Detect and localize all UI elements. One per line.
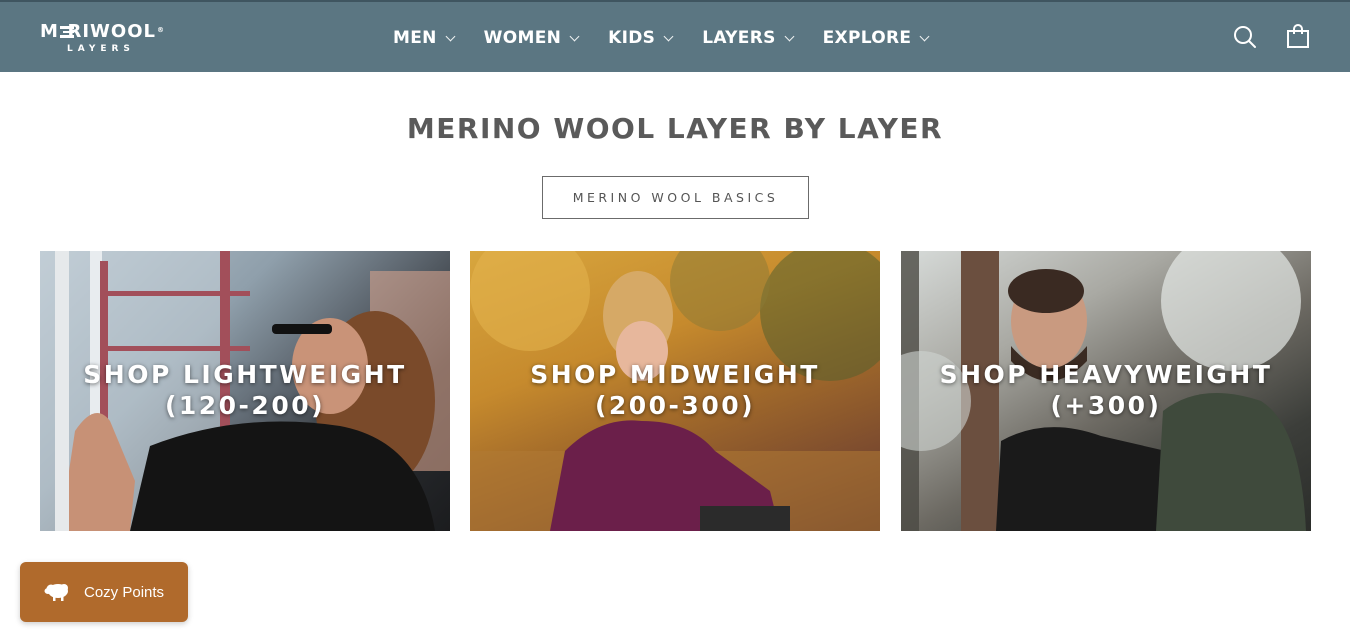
- chevron-down-icon: [784, 31, 795, 41]
- cart-button[interactable]: [1285, 24, 1311, 50]
- sheep-icon: [44, 584, 68, 601]
- nav-item-men[interactable]: MEN: [393, 24, 456, 52]
- nav-item-kids[interactable]: KIDS: [608, 24, 674, 52]
- search-button[interactable]: [1232, 24, 1258, 50]
- logo-subtitle: LAYERS: [67, 44, 135, 54]
- page-title: MERINO WOOL LAYER BY LAYER: [406, 112, 944, 145]
- brand-logo[interactable]: M RIWOOL ® LAYERS: [40, 20, 165, 56]
- logo-text: RIWOOL: [67, 21, 156, 42]
- card-label: SHOP LIGHTWEIGHT (120-200): [83, 360, 407, 420]
- nav-item-layers[interactable]: LAYERS: [702, 24, 795, 52]
- search-icon: [1234, 26, 1256, 48]
- chevron-down-icon: [919, 31, 930, 41]
- logo-wordmark: M RIWOOL ®: [40, 21, 165, 42]
- card-heavyweight[interactable]: SHOP HEAVYWEIGHT (+300): [901, 251, 1311, 531]
- shopping-bag-icon: [1287, 24, 1309, 48]
- card-midweight[interactable]: SHOP MIDWEIGHT (200-300): [470, 251, 880, 531]
- logo-registered-mark: ®: [157, 26, 165, 34]
- nav-label: MEN: [393, 28, 437, 48]
- merino-basics-button[interactable]: MERINO WOOL BASICS: [542, 176, 809, 219]
- cozy-points-label: Cozy Points: [84, 583, 165, 601]
- chevron-down-icon: [445, 31, 456, 41]
- nav-label: EXPLORE: [822, 28, 912, 48]
- nav-item-explore[interactable]: EXPLORE: [822, 24, 930, 52]
- site-header: M RIWOOL ® LAYERS MEN WOMEN KIDS LAYERS EX…: [0, 0, 1350, 72]
- cozy-points-button[interactable]: Cozy Points: [20, 562, 188, 622]
- main-nav: MEN WOMEN KIDS LAYERS EXPLORE: [393, 24, 958, 52]
- card-lightweight[interactable]: SHOP LIGHTWEIGHT (120-200): [40, 251, 450, 531]
- nav-label: LAYERS: [702, 28, 776, 48]
- nav-label: KIDS: [608, 28, 656, 48]
- nav-item-women[interactable]: WOMEN: [483, 24, 580, 52]
- card-label: SHOP HEAVYWEIGHT (+300): [939, 360, 1273, 420]
- logo-bars-mark: [59, 26, 74, 38]
- card-label: SHOP MIDWEIGHT (200-300): [530, 360, 820, 420]
- chevron-down-icon: [663, 31, 674, 41]
- nav-label: WOMEN: [483, 28, 562, 48]
- chevron-down-icon: [569, 31, 580, 41]
